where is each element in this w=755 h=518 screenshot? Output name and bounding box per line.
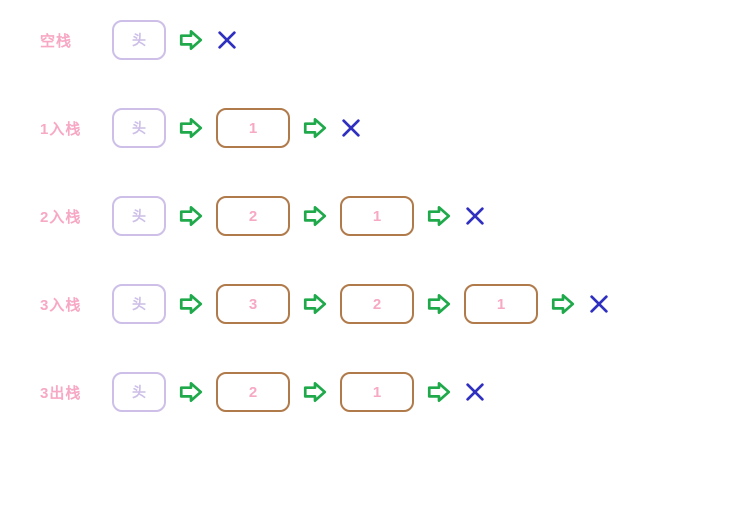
- cross-icon: [464, 205, 486, 227]
- arrow-right-icon: [426, 203, 452, 229]
- row-label: 3入栈: [40, 294, 100, 315]
- head-node: 头: [112, 284, 166, 324]
- arrow-right-icon: [178, 203, 204, 229]
- head-node: 头: [112, 108, 166, 148]
- arrow-right-icon: [302, 379, 328, 405]
- stack-row: 空栈头: [40, 20, 715, 60]
- arrow-right-icon: [302, 115, 328, 141]
- head-node: 头: [112, 20, 166, 60]
- stack-node: 1: [464, 284, 538, 324]
- arrow-right-icon: [426, 291, 452, 317]
- stack-node: 2: [216, 372, 290, 412]
- row-label: 1入栈: [40, 118, 100, 139]
- stack-node: 3: [216, 284, 290, 324]
- stack-node: 1: [340, 372, 414, 412]
- row-label: 2入栈: [40, 206, 100, 227]
- head-node: 头: [112, 196, 166, 236]
- stack-node: 2: [340, 284, 414, 324]
- arrow-right-icon: [178, 291, 204, 317]
- stack-row: 3入栈头 3 2 1: [40, 284, 715, 324]
- arrow-right-icon: [426, 379, 452, 405]
- arrow-right-icon: [178, 27, 204, 53]
- arrow-right-icon: [302, 291, 328, 317]
- cross-icon: [216, 29, 238, 51]
- row-label: 3出栈: [40, 382, 100, 403]
- stack-node: 1: [216, 108, 290, 148]
- cross-icon: [464, 381, 486, 403]
- arrow-right-icon: [178, 379, 204, 405]
- stack-row: 2入栈头 2 1: [40, 196, 715, 236]
- head-node: 头: [112, 372, 166, 412]
- cross-icon: [588, 293, 610, 315]
- arrow-right-icon: [302, 203, 328, 229]
- row-label: 空栈: [40, 30, 100, 51]
- arrow-right-icon: [550, 291, 576, 317]
- stack-diagram: 空栈头1入栈头12入栈头213入栈头3213出栈头21: [40, 20, 715, 412]
- stack-node: 1: [340, 196, 414, 236]
- cross-icon: [340, 117, 362, 139]
- arrow-right-icon: [178, 115, 204, 141]
- stack-row: 1入栈头 1: [40, 108, 715, 148]
- stack-node: 2: [216, 196, 290, 236]
- stack-row: 3出栈头 2 1: [40, 372, 715, 412]
